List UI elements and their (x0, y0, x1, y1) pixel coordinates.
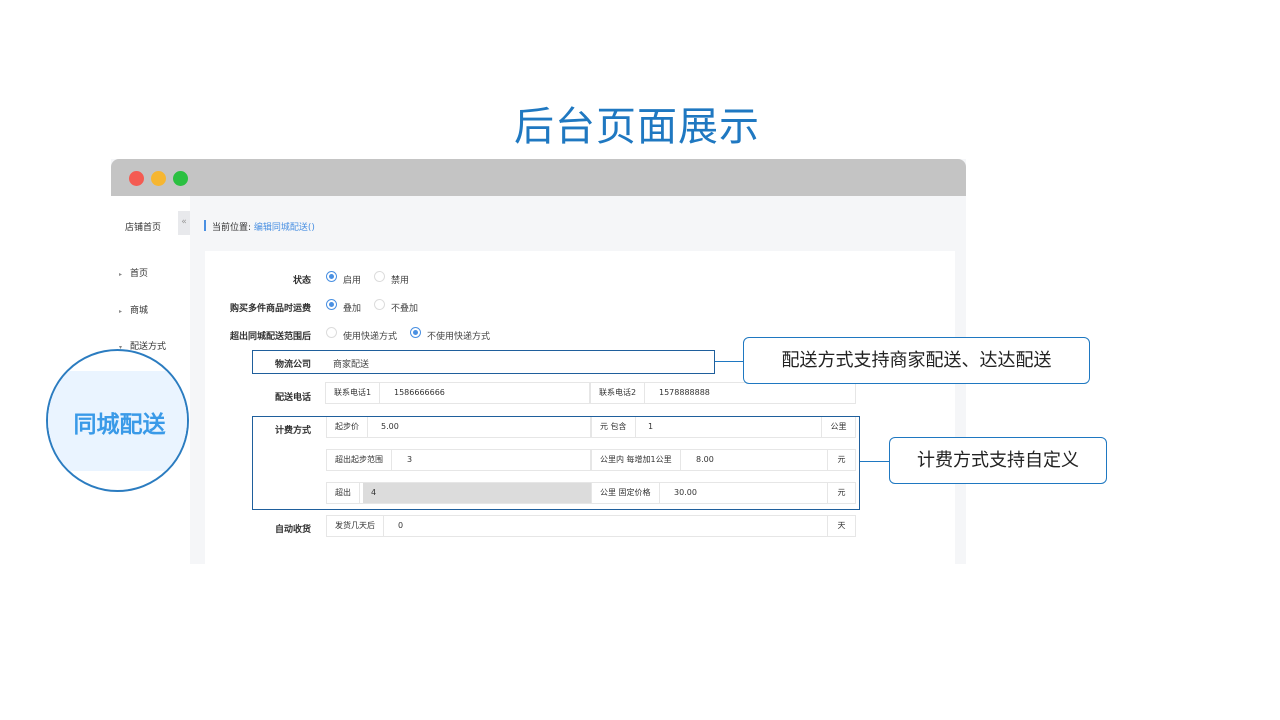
status-enable-radio[interactable] (326, 271, 337, 282)
breadcrumb-prefix: 当前位置: (212, 223, 252, 233)
out-of-range-label: 超出同城配送范围后 (229, 332, 311, 342)
form-panel: 状态 启用 禁用 购买多件商品时运费 叠加 不叠加 超出同城配送范围后 使用快递… (205, 251, 955, 564)
logistics-connector (715, 361, 743, 362)
multi-fee-stack-label: 叠加 (343, 304, 362, 314)
auto-receive-value: 0 (398, 521, 404, 530)
status-disable-label: 禁用 (391, 276, 410, 286)
status-enable-label: 启用 (343, 276, 362, 286)
chevron-right-icon: ▸ (119, 308, 123, 315)
auto-receive-unit: 天 (827, 516, 855, 536)
magnifier-label: 同城配送 (73, 412, 166, 438)
billing-connector (860, 461, 889, 462)
no-express-label: 不使用快递方式 (427, 332, 491, 342)
status-disable-radio[interactable] (374, 271, 385, 282)
phone-label: 配送电话 (274, 393, 311, 403)
auto-receive-field[interactable]: 发货几天后 0 天 (326, 515, 856, 537)
window-titlebar (111, 159, 966, 196)
chevron-right-icon: ▸ (119, 271, 123, 278)
no-express-radio[interactable] (410, 327, 421, 338)
multi-fee-label: 购买多件商品时运费 (229, 304, 311, 314)
multi-fee-stack-radio[interactable] (326, 299, 337, 310)
phone2-value: 1578888888 (659, 388, 710, 397)
logistics-highlight (252, 350, 715, 374)
status-label: 状态 (292, 276, 311, 286)
minimize-window-icon[interactable] (151, 171, 166, 186)
billing-callout: 计费方式支持自定义 (889, 437, 1107, 484)
breadcrumb-marker (204, 220, 206, 231)
phone1-field[interactable]: 联系电话1 1586666666 (325, 382, 590, 404)
maximize-window-icon[interactable] (173, 171, 188, 186)
phone2-caption: 联系电话2 (591, 383, 646, 403)
multi-fee-nostack-label: 不叠加 (391, 304, 419, 314)
breadcrumb: 当前位置: 编辑同城配送() (204, 211, 966, 251)
delivery-callout: 配送方式支持商家配送、达达配送 (743, 337, 1090, 384)
auto-receive-label: 自动收货 (274, 525, 311, 535)
sidebar-title[interactable]: 店铺首页 (125, 220, 161, 233)
collapse-sidebar-icon[interactable]: « (178, 211, 190, 235)
magnifier-circle: 同城配送 (46, 349, 189, 492)
auto-receive-caption: 发货几天后 (327, 516, 384, 536)
close-window-icon[interactable] (129, 171, 144, 186)
sidebar-item-home[interactable]: ▸ 首页 (119, 266, 148, 279)
multi-fee-nostack-radio[interactable] (374, 299, 385, 310)
use-express-label: 使用快递方式 (343, 332, 398, 342)
billing-highlight (252, 416, 860, 510)
breadcrumb-text: 当前位置: 编辑同城配送() (212, 220, 315, 233)
use-express-radio[interactable] (326, 327, 337, 338)
breadcrumb-current-link[interactable]: 编辑同城配送() (254, 223, 315, 233)
sidebar-item-mall[interactable]: ▸ 商城 (119, 303, 148, 316)
phone2-field[interactable]: 联系电话2 1578888888 (590, 382, 856, 404)
phone1-value: 1586666666 (394, 388, 445, 397)
slide-title: 后台页面展示 (514, 104, 760, 150)
phone1-caption: 联系电话1 (326, 383, 381, 403)
